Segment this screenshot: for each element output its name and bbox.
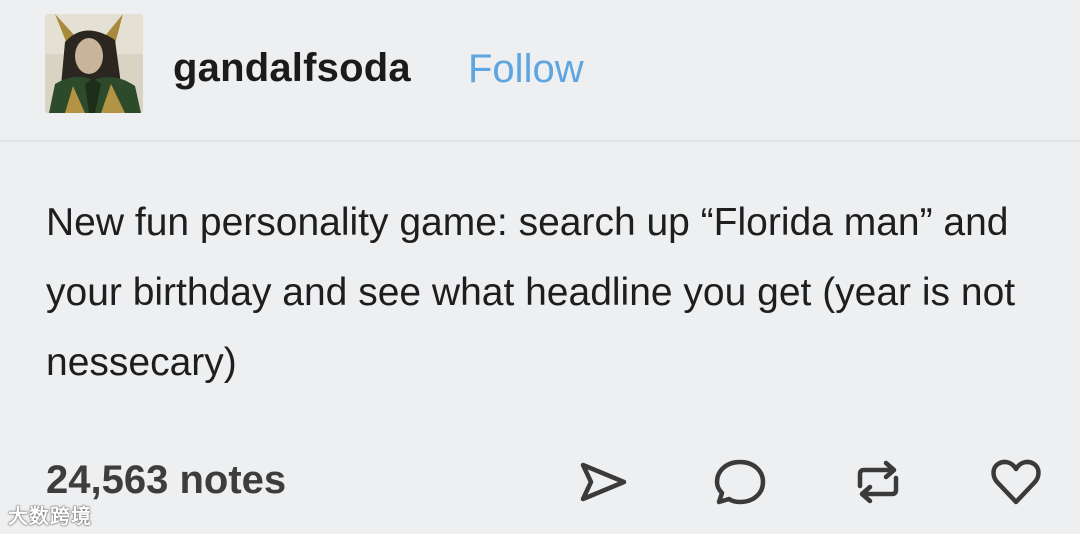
reply-button[interactable] bbox=[710, 452, 770, 512]
send-icon bbox=[580, 462, 627, 502]
avatar-image bbox=[45, 14, 143, 113]
avatar[interactable] bbox=[45, 14, 143, 113]
post-actions bbox=[0, 452, 1080, 512]
watermark-text: 大数跨境 bbox=[8, 506, 92, 528]
reply-bubble-icon bbox=[714, 459, 766, 505]
username[interactable]: gandalfsoda bbox=[173, 46, 411, 91]
post-body-text: New fun personality game: search up “Flo… bbox=[46, 201, 1016, 384]
watermark: 大数跨境 bbox=[8, 500, 92, 529]
heart-icon bbox=[991, 459, 1041, 505]
reblog-button[interactable] bbox=[848, 452, 908, 512]
post-header: gandalfsoda Follow bbox=[0, 0, 1080, 142]
follow-button[interactable]: Follow bbox=[468, 47, 584, 92]
reblog-icon bbox=[857, 460, 899, 504]
like-button[interactable] bbox=[986, 452, 1046, 512]
tumblr-post: gandalfsoda Follow New fun personality g… bbox=[0, 0, 1080, 534]
share-button[interactable] bbox=[573, 452, 633, 512]
